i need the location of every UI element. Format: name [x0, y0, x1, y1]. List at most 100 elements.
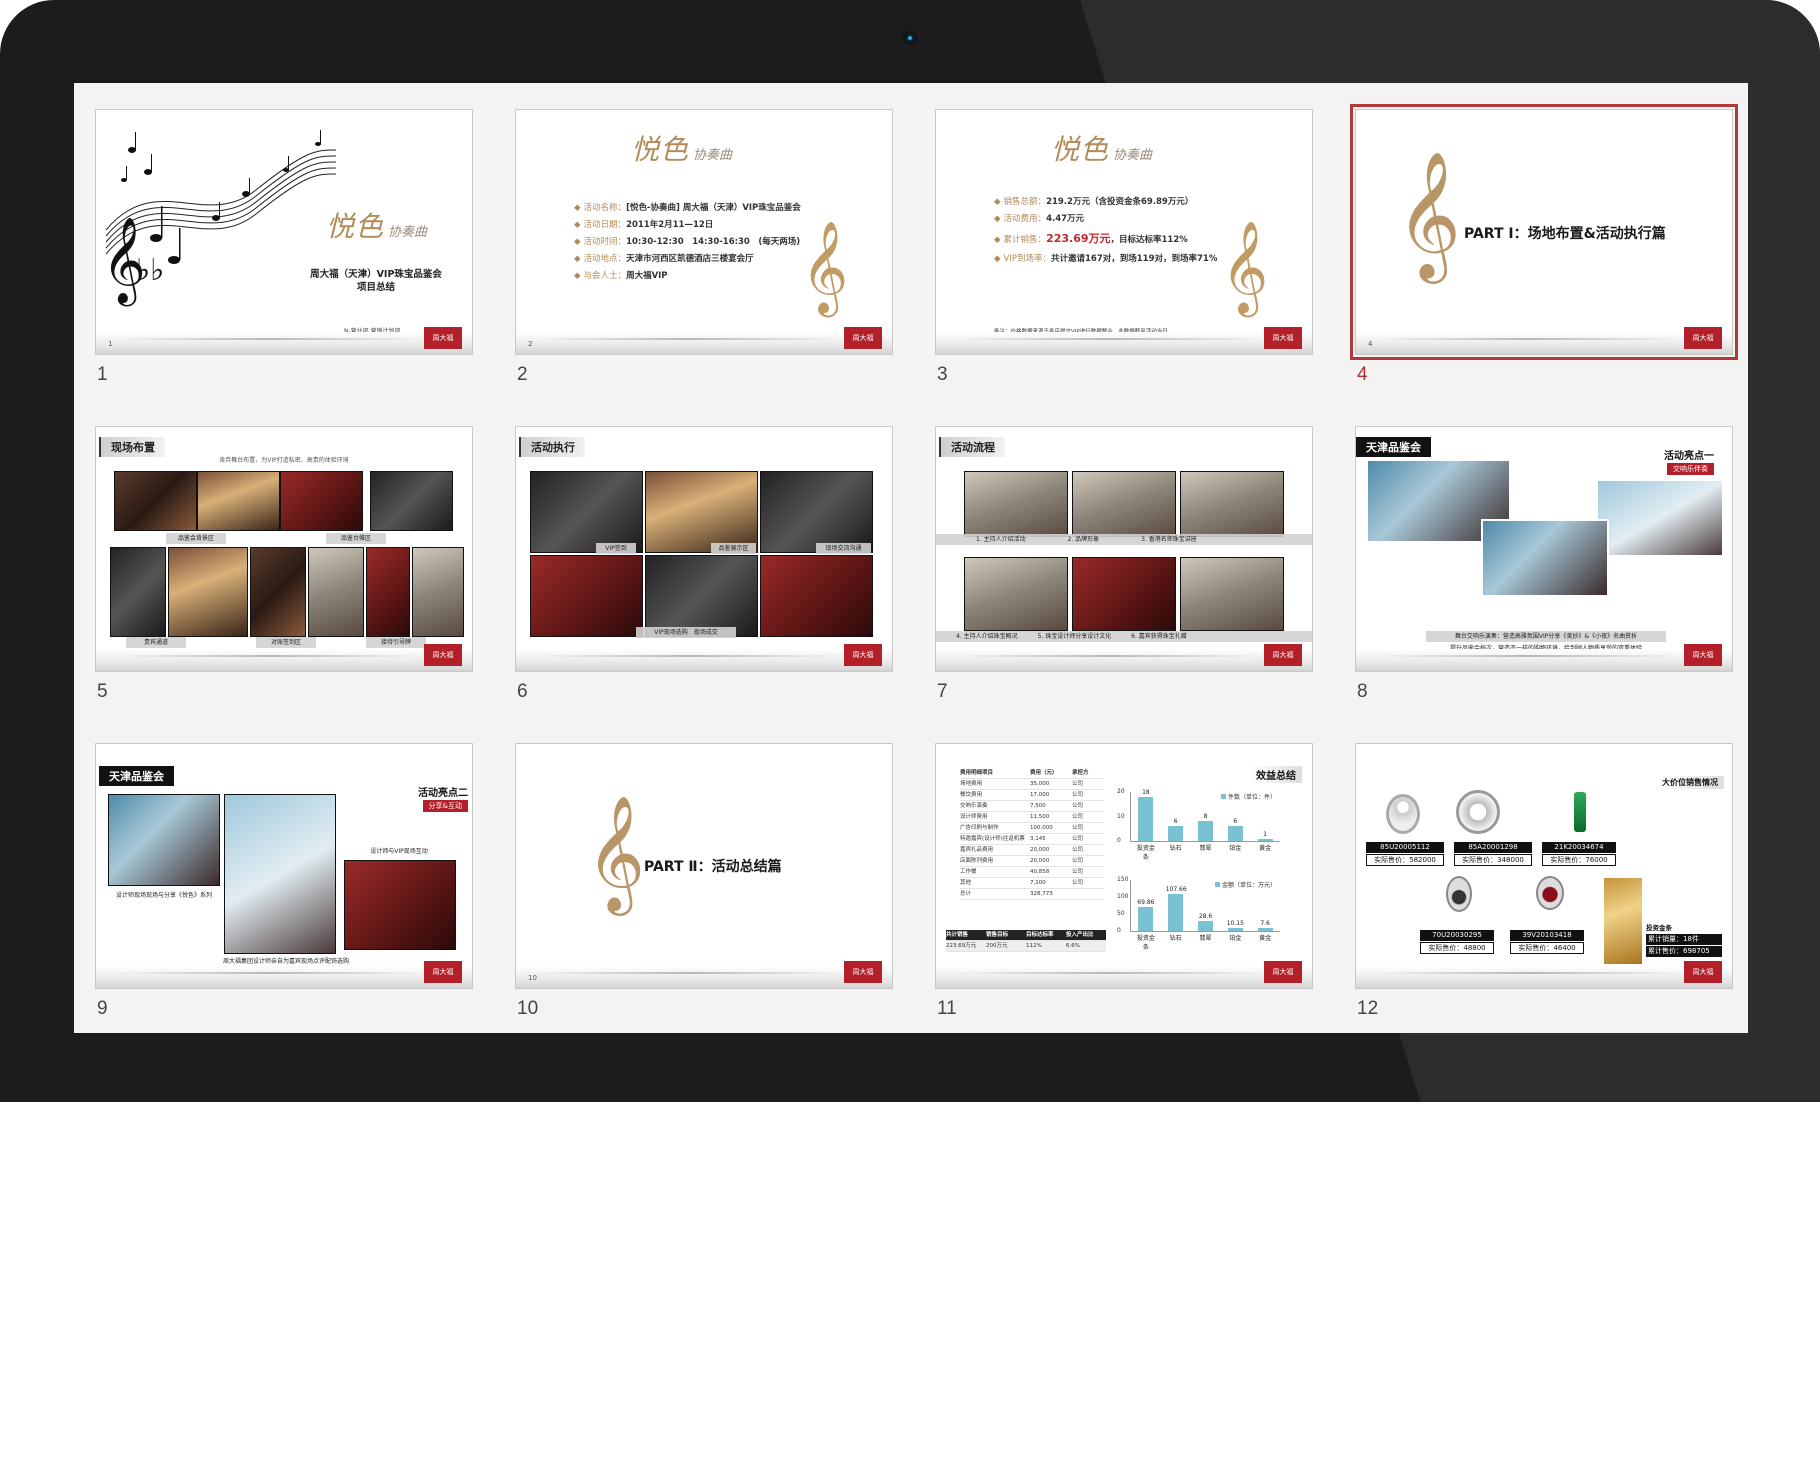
slide-6[interactable]: 活动执行 VIP签到 品鉴展示区 现场交流沟通 VIP现场选购 现场成交 周大福	[515, 426, 893, 672]
slide-thumbnail-1[interactable]: 𝄞 ♭♭ 悦色 协奏曲 周大福（天津）VIP珠宝品鉴会 项目总结 1 周大福 1	[95, 109, 473, 385]
table-cell: 223.69万元	[946, 943, 977, 949]
event-photo	[760, 555, 873, 637]
flow-photo	[1072, 471, 1176, 537]
chow-tai-fook-logo: 周大福	[844, 961, 882, 983]
category-label: 黄金	[1259, 845, 1272, 852]
slide-tag: 天津品鉴会	[99, 766, 174, 786]
slide-number: 2	[517, 364, 528, 385]
slide-thumbnail-2[interactable]: 悦色 协奏曲 𝄞 ◆ 活动名称：[悦色-协奏曲] 周大福（天津）VIP珠宝品鉴会 ◆…	[515, 109, 893, 385]
table-cell: 公司	[1072, 880, 1084, 886]
table-cell: 7,500	[1030, 803, 1046, 809]
slide-9[interactable]: 天津品鉴会 活动亮点二 分享&互动 设计师现场现场与分享《悦色》系列 设计师与V…	[95, 743, 473, 989]
category-label: 钻石	[1169, 845, 1182, 852]
slide-tag: 天津品鉴会	[1356, 437, 1431, 457]
slide-thumbnail-7[interactable]: 活动流程 1. 主持人介绍活动 2. 品牌形象 3. 香港名师珠宝讲座 4. 主…	[935, 426, 1313, 702]
table-cell: 公司	[1072, 836, 1084, 842]
table-row: 设计师费用 11,500 公司	[960, 812, 1104, 823]
slide-subtitle: 舍弃舞台布置，为VIP打造私密、高贵的体验环境	[219, 457, 349, 464]
flow-caption-row: 4. 主持人介绍珠宝概况 5. 珠宝设计师分享设计文化 6. 嘉宾获得珠宝礼赠	[936, 631, 1312, 642]
table-cell: 餐饮费用	[960, 792, 983, 798]
bar	[1198, 821, 1213, 841]
slide-thumbnail-11[interactable]: 效益总结 费用明细项目 费用（元） 承担方 场地费用 35,000 公司 餐饮费用 17…	[935, 743, 1313, 1019]
sales-info: ◆ 销售总额：219.2万元（含投资金条69.89万元） ◆ 活动费用：4.47万元…	[994, 194, 1217, 268]
concert-photo	[1596, 479, 1724, 557]
table-row: 223.69万元 200万元 112% 6.6%	[946, 941, 1106, 952]
photo-caption: 对账签到区	[256, 637, 316, 648]
slide-footer	[1356, 966, 1732, 988]
highlight-title: 活动亮点一	[1664, 451, 1714, 462]
table-row: 店面陈列费用 20,000 公司	[960, 856, 1104, 867]
table-cell: 公司	[1072, 869, 1084, 875]
jade-pendant-image	[1574, 792, 1586, 832]
highlight-subtitle: 分享&互动	[422, 800, 468, 812]
slide-5[interactable]: 现场布置 舍弃舞台布置，为VIP打造私密、高贵的体验环境 品鉴会背景区 品鉴台帷…	[95, 426, 473, 672]
slide-2[interactable]: 悦色 协奏曲 𝄞 ◆ 活动名称：[悦色-协奏曲] 周大福（天津）VIP珠宝品鉴会 ◆…	[515, 109, 893, 355]
slide-12[interactable]: 大价位销售情况 85U20005112 实际售价：582000 85A20001…	[1355, 743, 1733, 989]
webcam-icon	[903, 31, 917, 45]
info-line: ◆ 活动费用：4.47万元	[994, 214, 1085, 224]
bar	[1257, 928, 1273, 931]
bar	[1168, 894, 1184, 931]
bar-value-label: 107.66	[1165, 886, 1187, 894]
slide-sorter-view: 𝄞 ♭♭ 悦色 协奏曲 周大福（天津）VIP珠宝品鉴会 项目总结 1 周大福 1…	[74, 83, 1748, 1033]
table-cell: 交响乐演奏	[960, 803, 988, 809]
flow-caption: 6. 嘉宾获得珠宝礼赠	[1131, 633, 1187, 640]
bar-value-label: 1	[1263, 830, 1267, 838]
event-info: ◆ 活动名称：[悦色-协奏曲] 周大福（天津）VIP珠宝品鉴会 ◆ 活动日期：201…	[574, 200, 801, 285]
table-cell: 20,000	[1030, 847, 1050, 853]
info-line: ◆ 活动日期：2011年2月11—12日	[574, 220, 714, 230]
slide-4[interactable]: 𝄞 PART Ⅰ：场地布置&活动执行篇 4 周大福	[1350, 104, 1738, 360]
table-row: 交响乐演奏 7,500 公司	[960, 801, 1104, 812]
chow-tai-fook-logo: 周大福	[1264, 644, 1302, 666]
item-price: 实际售价：582000	[1366, 854, 1444, 866]
slide-thumbnail-3[interactable]: 悦色 协奏曲 𝄞 ◆ 销售总额：219.2万元（含投资金条69.89万元） ◆ 活动费…	[935, 109, 1313, 385]
slide-thumbnail-4[interactable]: 𝄞 PART Ⅰ：场地布置&活动执行篇 4 周大福 4	[1350, 104, 1738, 385]
brand-logo: 悦色 协奏曲	[631, 133, 733, 166]
slide-thumbnail-10[interactable]: 𝄞 PART Ⅱ：活动总结篇 10 周大福 10	[515, 743, 893, 1019]
slide-thumbnail-9[interactable]: 天津品鉴会 活动亮点二 分享&互动 设计师现场现场与分享《悦色》系列 设计师与V…	[95, 743, 473, 1019]
section-title: PART Ⅰ：场地布置&活动执行篇	[1464, 226, 1666, 242]
slide-footer	[936, 966, 1312, 988]
slide-title: 大价位销售情况	[1656, 776, 1724, 789]
table-cell: 40,858	[1030, 869, 1050, 875]
slide-thumbnail-12[interactable]: 大价位销售情况 85U20005112 实际售价：582000 85A20001…	[1355, 743, 1733, 1019]
photo-caption: 贵宾通道	[126, 637, 186, 648]
slide-10[interactable]: 𝄞 PART Ⅱ：活动总结篇 10 周大福	[515, 743, 893, 989]
item-code: 85A20001298	[1454, 842, 1532, 853]
table-cell: 11,500	[1030, 814, 1050, 820]
slide-footer	[516, 332, 892, 354]
gold-title: 投资金条	[1646, 924, 1672, 932]
venue-photo	[412, 547, 464, 637]
table-cell: 200万元	[986, 943, 1008, 949]
page-number: 1	[108, 340, 113, 348]
table-cell: 112%	[1026, 943, 1042, 949]
category-label: 投资金条	[1136, 935, 1155, 951]
chow-tai-fook-logo: 周大福	[424, 961, 462, 983]
table-cell: 公司	[1072, 858, 1084, 864]
flow-photo	[964, 471, 1068, 537]
slide-1[interactable]: 𝄞 ♭♭ 悦色 协奏曲 周大福（天津）VIP珠宝品鉴会 项目总结 1 周大福	[95, 109, 473, 355]
table-cell: 6.6%	[1066, 943, 1080, 949]
slide-number: 6	[517, 681, 528, 702]
table-header-cell: 共计销售	[946, 932, 969, 938]
slide-3[interactable]: 悦色 协奏曲 𝄞 ◆ 销售总额：219.2万元（含投资金条69.89万元） ◆ 活动费…	[935, 109, 1313, 355]
table-cell: 其他	[960, 880, 972, 886]
chow-tai-fook-logo: 周大福	[1684, 961, 1722, 983]
slide-7[interactable]: 活动流程 1. 主持人介绍活动 2. 品牌形象 3. 香港名师珠宝讲座 4. 主…	[935, 426, 1313, 672]
info-line: ◆ 活动时间：10:30-12:30 14:30-16:30 (每天两场)	[574, 237, 801, 247]
bar-value-label: 8	[1203, 813, 1208, 821]
slide-11[interactable]: 效益总结 费用明细项目 费用（元） 承担方 场地费用 35,000 公司 餐饮费用 17…	[935, 743, 1313, 989]
venue-photo	[370, 471, 453, 531]
item-code: 21K20034674	[1542, 842, 1616, 853]
slide-thumbnail-6[interactable]: 活动执行 VIP签到 品鉴展示区 现场交流沟通 VIP现场选购 现场成交 周大福…	[515, 426, 893, 702]
bar-value-label: 10.15	[1226, 919, 1244, 927]
table-cell: 3,145	[1030, 836, 1046, 842]
bar-value-label: 6	[1173, 818, 1178, 826]
bar-value-label: 7.6	[1260, 920, 1270, 928]
slide-thumbnail-5[interactable]: 现场布置 舍弃舞台布置，为VIP打造私密、高贵的体验环境 品鉴会背景区 品鉴台帷…	[95, 426, 473, 702]
page-number: 4	[1368, 340, 1373, 348]
slide-8[interactable]: 天津品鉴会 活动亮点一 交响乐伴奏 舞台交响乐演奏：营造高雅氛围VIP分享《美妙…	[1355, 426, 1733, 672]
table-cell: 总计	[960, 891, 972, 897]
chart-legend: 金额（单位：万元）	[1214, 880, 1276, 889]
slide-thumbnail-8[interactable]: 天津品鉴会 活动亮点一 交响乐伴奏 舞台交响乐演奏：营造高雅氛围VIP分享《美妙…	[1355, 426, 1733, 702]
